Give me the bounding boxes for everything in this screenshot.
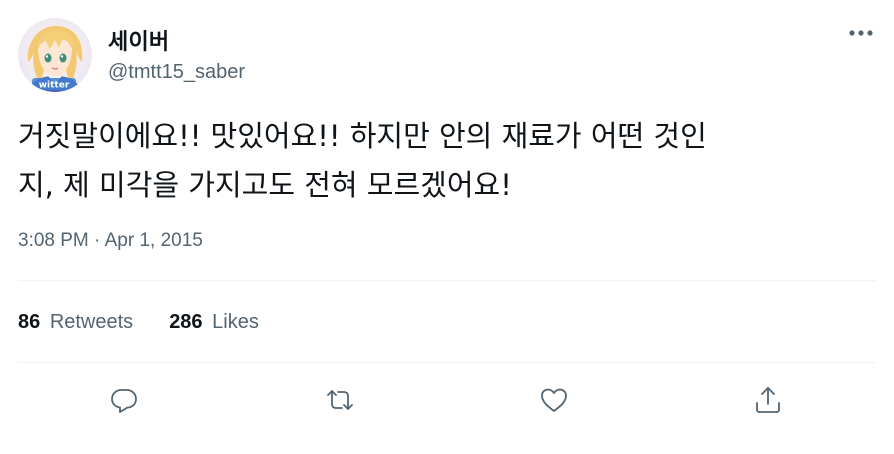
tweet-text-line: 지, 제 미각을 가지고도 전혀 모르겠어요! [18,168,512,202]
share-icon [756,387,780,413]
retweet-button[interactable] [320,380,360,420]
tweet-text: 거짓말이에요!! 맛있어요!! 하지만 안의 재료가 어떤 것인 지, 제 미각… [18,112,878,210]
divider [18,280,876,281]
likes-stat[interactable]: 286 Likes [169,311,259,334]
tweet-text-line: 거짓말이에요!! 맛있어요!! 하지만 안의 재료가 어떤 것인 [18,119,707,153]
more-options-button[interactable] [846,20,876,46]
more-icon [849,30,873,36]
svg-text:witter: witter [39,81,70,91]
retweets-stat[interactable]: 86 Retweets [18,311,133,334]
heart-icon [541,388,567,412]
likes-count: 286 [169,311,203,333]
display-name[interactable]: 세이버 [108,24,169,56]
likes-label: Likes [212,311,259,333]
retweets-label: Retweets [49,311,134,333]
avatar[interactable]: witter [18,18,92,92]
like-button[interactable] [534,380,574,420]
tweet-card: witter 세이버 @tmtt15_saber 거짓말이에요!! 맛있어요!!… [0,0,894,454]
avatar-image: witter [18,18,92,92]
retweet-icon [327,390,353,410]
reply-icon [111,389,137,413]
user-handle[interactable]: @tmtt15_saber [108,61,245,84]
divider [18,362,876,363]
share-button[interactable] [748,380,788,420]
reply-button[interactable] [104,380,144,420]
tweet-timestamp[interactable]: 3:08 PM · Apr 1, 2015 [18,230,203,252]
engagement-stats: 86 Retweets 286 Likes [18,311,259,334]
retweets-count: 86 [18,311,41,333]
